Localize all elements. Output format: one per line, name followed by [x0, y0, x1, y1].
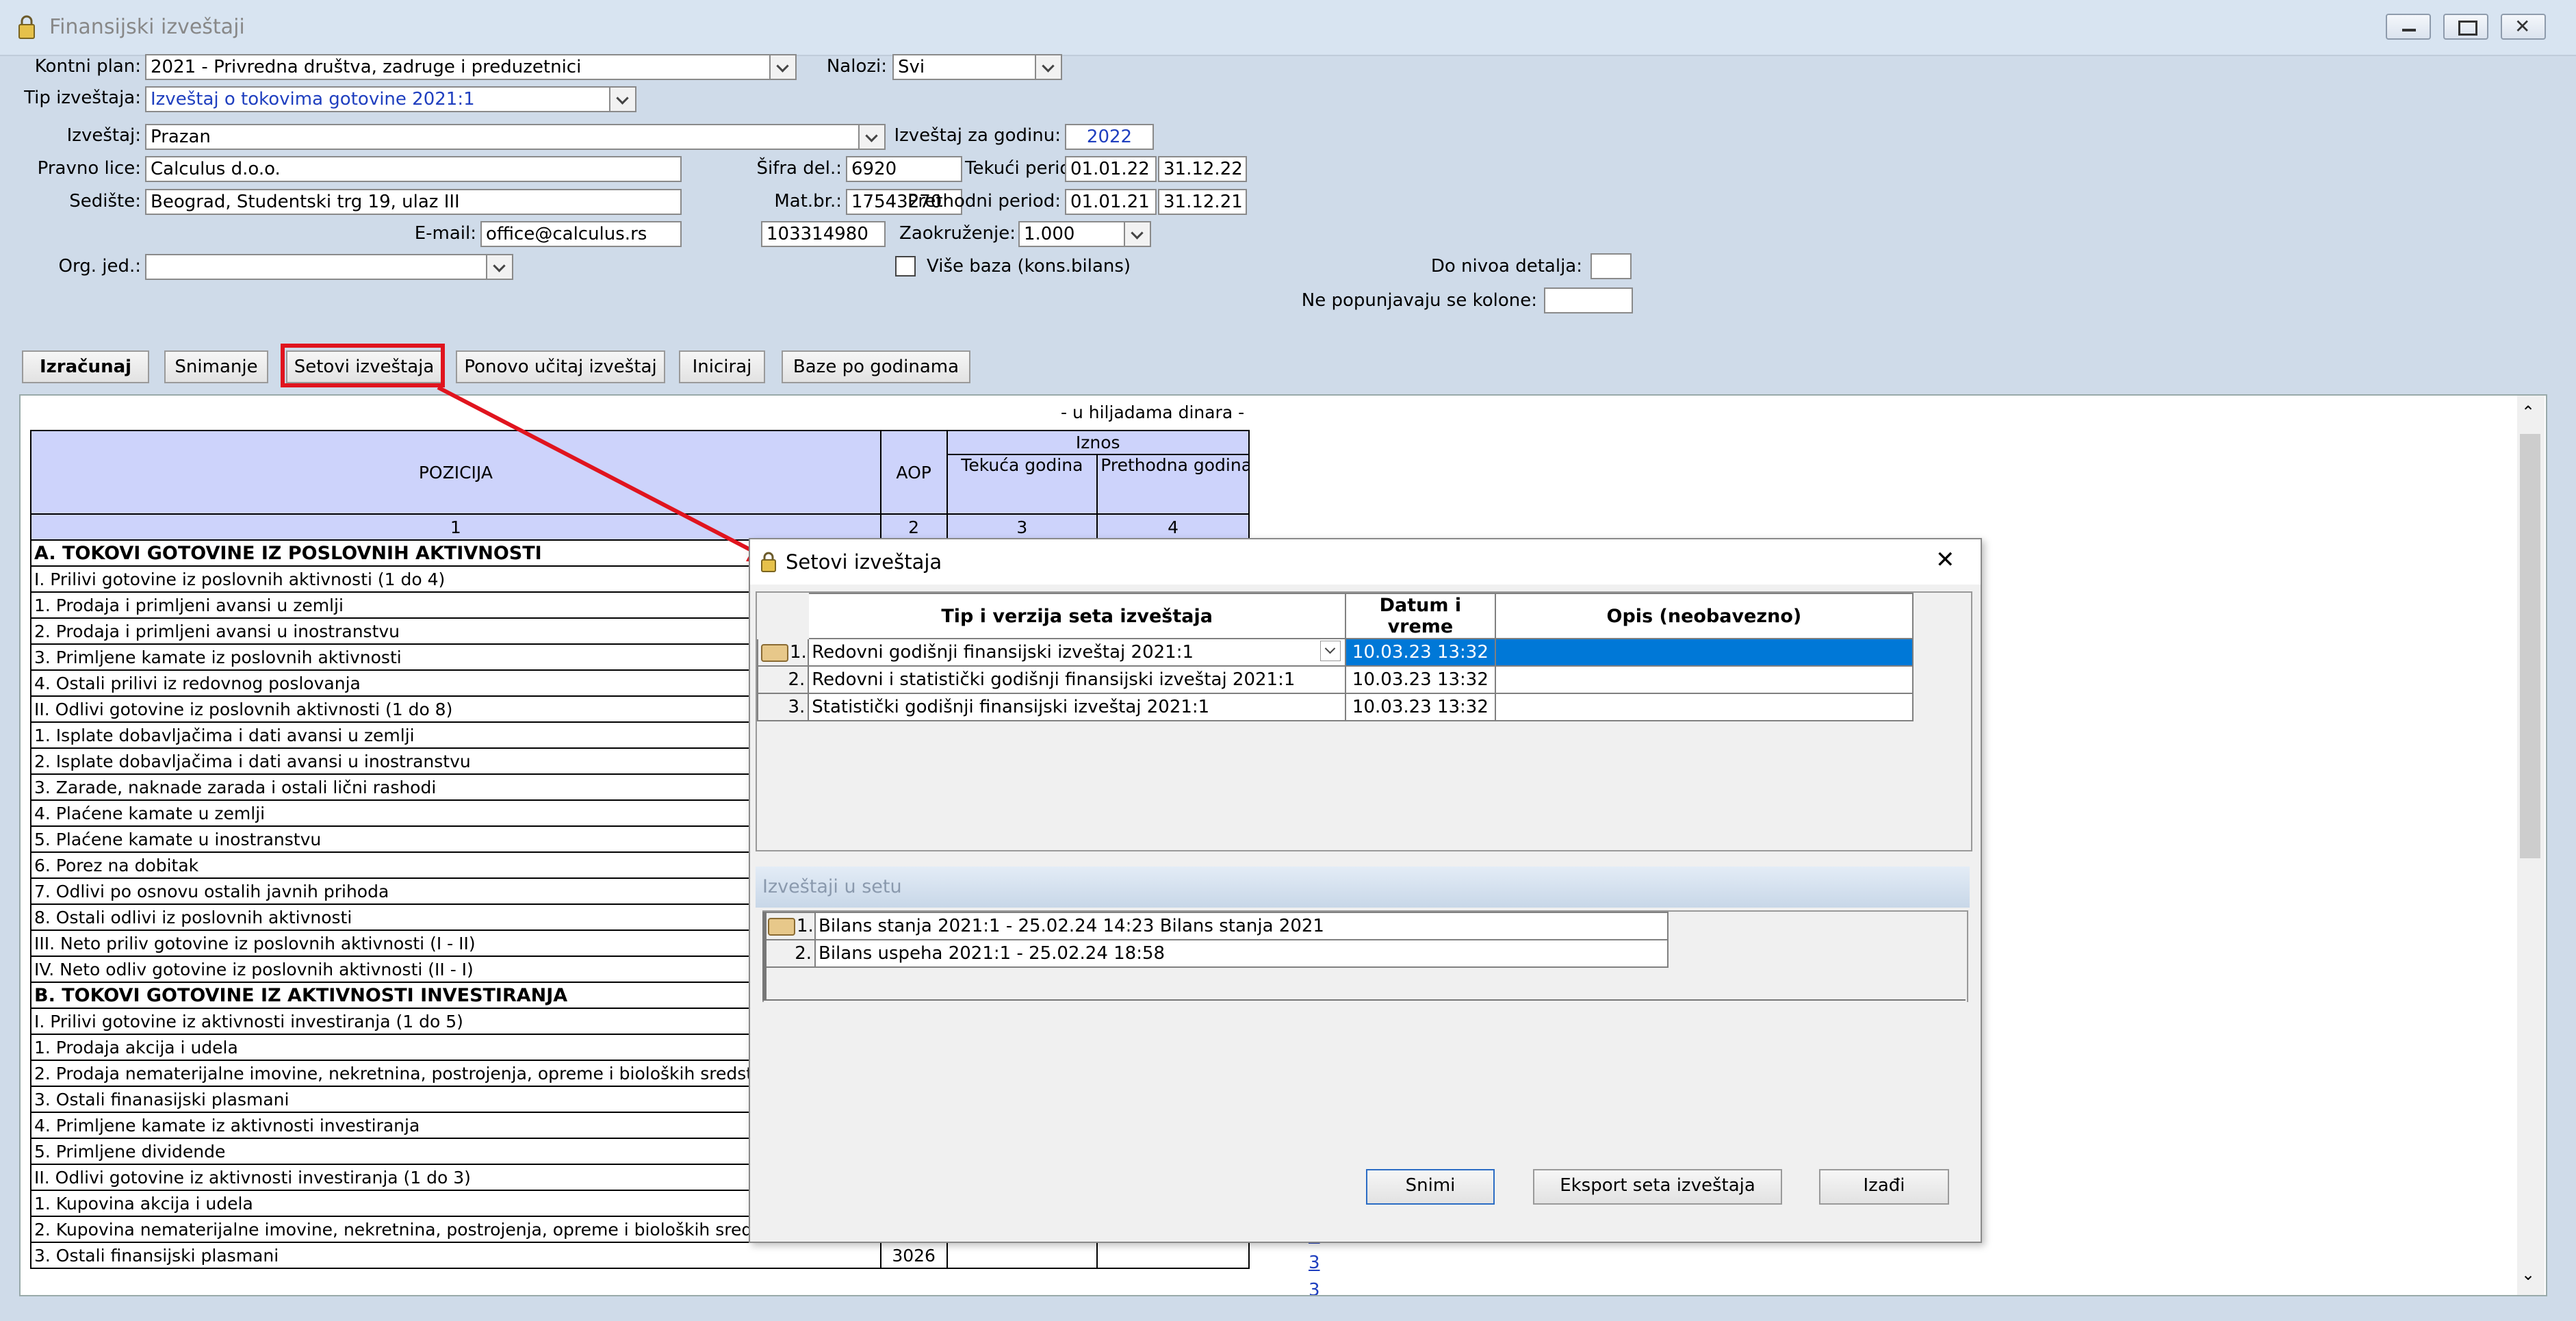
col-datum-header: Datum i vreme [1345, 593, 1496, 639]
sets-grid: Tip i verzija seta izveštaja Datum i vre… [756, 593, 1914, 721]
set-row[interactable]: 3. Statistički godišnji finansijski izveš… [756, 693, 1914, 721]
set-row-number: 1. [756, 638, 810, 667]
set-row[interactable]: 1. Redovni godišnji finansijski izveštaj … [756, 638, 1914, 667]
col-tip-header: Tip i verzija seta izveštaja [808, 593, 1347, 639]
set-name-text: Redovni i statistički godišnji finansijs… [812, 669, 1296, 690]
set-name-text: Statistički godišnji finansijski izvešta… [812, 697, 1210, 717]
dialog-title: Setovi izveštaja [786, 550, 942, 574]
col-opis-header: Opis (neobavezno) [1494, 593, 1914, 639]
pointer-hand-icon [761, 643, 788, 662]
set-opis-cell[interactable] [1494, 638, 1914, 667]
set-row[interactable]: 2. Redovni i statistički godišnji finansi… [756, 665, 1914, 694]
setovi-dialog: Setovi izveštaja ✕ Tip i verzija seta iz… [749, 538, 1982, 1243]
set-name-cell[interactable]: Statistički godišnji finansijski izvešta… [808, 693, 1347, 721]
dialog-title-bar: Setovi izveštaja ✕ [750, 539, 1981, 585]
row-number-text: 2. [788, 669, 806, 690]
set-date-cell[interactable]: 10.03.23 13:32 [1345, 638, 1496, 667]
row-number-text: 1. [790, 642, 807, 663]
reports-grid-frame [762, 912, 1966, 1001]
set-date-cell[interactable]: 10.03.23 13:32 [1345, 693, 1496, 721]
set-row-number: 3. [756, 693, 810, 721]
lock-dialog-icon [761, 552, 776, 572]
set-row-number: 2. [756, 665, 810, 694]
eksport-button[interactable]: Eksport seta izveštaja [1533, 1169, 1782, 1205]
set-name-text: Redovni godišnji finansijski izveštaj 20… [812, 642, 1194, 663]
snimi-button[interactable]: Snimi [1366, 1169, 1495, 1205]
chevron-down-icon[interactable] [1320, 641, 1341, 661]
set-date-cell[interactable]: 10.03.23 13:32 [1345, 665, 1496, 694]
dialog-close-icon[interactable]: ✕ [1935, 546, 1955, 574]
corner-cell [756, 593, 810, 639]
set-opis-cell[interactable] [1494, 665, 1914, 694]
section-title: Izveštaji u setu [762, 876, 902, 897]
section-header: Izveštaji u setu [756, 867, 1970, 908]
set-opis-cell[interactable] [1494, 693, 1914, 721]
set-name-cell[interactable]: Redovni godišnji finansijski izveštaj 20… [808, 638, 1347, 667]
izadji-button[interactable]: Izađi [1819, 1169, 1949, 1205]
row-number-text: 3. [788, 697, 806, 717]
set-name-cell[interactable]: Redovni i statistički godišnji finansijs… [808, 665, 1347, 694]
sets-grid-panel: Tip i verzija seta izveštaja Datum i vre… [756, 591, 1972, 851]
